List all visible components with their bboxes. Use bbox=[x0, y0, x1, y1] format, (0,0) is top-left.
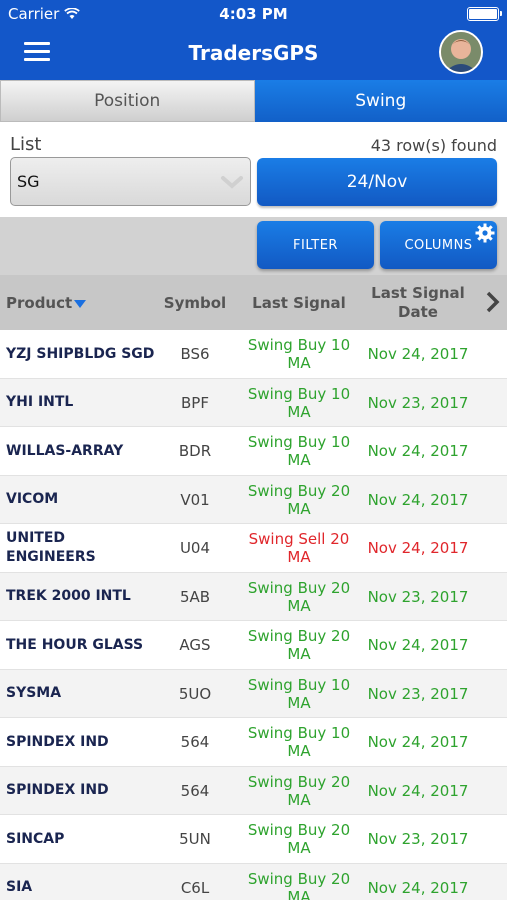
signal-cell: Swing Buy 10 MA bbox=[247, 336, 351, 372]
date-button[interactable]: 24/Nov bbox=[257, 158, 497, 206]
sort-desc-icon bbox=[74, 299, 87, 308]
date-cell: Nov 24, 2017 bbox=[367, 442, 469, 460]
chevron-right-icon[interactable] bbox=[485, 291, 501, 313]
app-title: TradersGPS bbox=[188, 41, 319, 65]
list-select-value: SG bbox=[17, 172, 40, 191]
date-cell: Nov 24, 2017 bbox=[367, 781, 469, 800]
table-row[interactable]: YHI INTL BPF Swing Buy 10 MA Nov 23, 2017 bbox=[0, 378, 507, 427]
symbol-cell: 5UO bbox=[178, 684, 212, 703]
product-cell: SINCAP bbox=[6, 830, 65, 847]
signal-cell: Swing Buy 20 MA bbox=[247, 821, 351, 857]
list-label: List bbox=[10, 134, 42, 155]
signal-cell: Swing Sell 20 MA bbox=[248, 530, 350, 566]
nav-bar: TradersGPS bbox=[0, 28, 507, 80]
app-header: Carrier 4:03 PM TradersGPS bbox=[0, 0, 507, 80]
signal-cell: Swing Buy 10 MA bbox=[247, 724, 351, 760]
product-cell: UNITED ENGINEERS bbox=[6, 530, 96, 565]
product-cell: YZJ SHIPBLDG SGD bbox=[6, 345, 155, 362]
signal-cell: Swing Buy 20 MA bbox=[247, 869, 351, 900]
table-row[interactable]: TREK 2000 INTL 5AB Swing Buy 20 MA Nov 23, … bbox=[0, 572, 507, 621]
columns-button-label: COLUMNS bbox=[404, 237, 473, 253]
column-header-last-signal-date[interactable]: Last Signal Date bbox=[363, 275, 473, 330]
table-row[interactable]: SYSMA 5UO Swing Buy 10 MA Nov 23, 2017 bbox=[0, 669, 507, 718]
tab-swing[interactable]: Swing bbox=[254, 80, 507, 122]
gear-icon bbox=[475, 223, 495, 243]
table-row[interactable]: YZJ SHIPBLDG SGD BS6 Swing Buy 10 MA Nov 24… bbox=[0, 330, 507, 379]
date-cell: Nov 24, 2017 bbox=[367, 636, 469, 654]
table-row[interactable]: THE HOUR GLASS AGS Swing Buy 20 MA Nov 24, … bbox=[0, 621, 507, 670]
product-cell: TREK 2000 INTL bbox=[6, 588, 131, 604]
date-cell: Nov 23, 2017 bbox=[367, 830, 469, 848]
column-header-product-label: Product bbox=[6, 293, 73, 312]
battery-icon bbox=[467, 7, 502, 21]
table-row[interactable]: SPINDEX IND 564 Swing Buy 20 MA Nov 24, 201… bbox=[0, 766, 507, 815]
date-cell: Nov 23, 2017 bbox=[367, 684, 469, 703]
table-row[interactable]: UNITED ENGINEERS U04 Swing Sell 20 MA Nov 2… bbox=[0, 524, 507, 573]
status-bar: Carrier 4:03 PM bbox=[0, 0, 507, 28]
product-cell: SYSMA bbox=[6, 685, 62, 701]
avatar[interactable] bbox=[439, 30, 483, 74]
symbol-cell: 564 bbox=[180, 733, 210, 751]
signal-cell: Swing Buy 20 MA bbox=[247, 481, 351, 518]
table-row[interactable]: VICOM V01 Swing Buy 20 MA Nov 24, 2017 bbox=[0, 475, 507, 524]
mode-tabs: Position Swing bbox=[0, 80, 507, 122]
table-body: YZJ SHIPBLDG SGD BS6 Swing Buy 10 MA Nov 24… bbox=[0, 330, 507, 900]
table-row[interactable]: WILLAS-ARRAY BDR Swing Buy 10 MA Nov 24, 20… bbox=[0, 427, 507, 476]
product-cell: SPINDEX IND bbox=[6, 733, 109, 750]
table-row[interactable]: SIA C6L Swing Buy 20 MA Nov 24, 2017 bbox=[0, 863, 507, 900]
date-cell: Nov 23, 2017 bbox=[367, 393, 469, 412]
date-cell: Nov 23, 2017 bbox=[367, 587, 469, 606]
signal-cell: Swing Buy 10 MA bbox=[247, 384, 351, 421]
table-row[interactable]: SINCAP 5UN Swing Buy 20 MA Nov 23, 2017 bbox=[0, 815, 507, 864]
columns-button[interactable]: COLUMNS bbox=[380, 221, 497, 269]
signal-cell: Swing Buy 10 MA bbox=[247, 433, 351, 469]
column-header-product[interactable]: Product bbox=[6, 275, 156, 330]
symbol-cell: 5UN bbox=[179, 830, 211, 848]
product-cell: THE HOUR GLASS bbox=[6, 636, 144, 653]
date-cell: Nov 24, 2017 bbox=[367, 490, 469, 509]
column-header-symbol[interactable]: Symbol bbox=[160, 275, 230, 330]
table-row[interactable]: SPINDEX IND 564 Swing Buy 10 MA Nov 24, 201… bbox=[0, 718, 507, 767]
list-panel: List 43 row(s) found SG 24/Nov bbox=[0, 122, 507, 217]
product-cell: YHI INTL bbox=[6, 394, 74, 410]
table-toolbar: FILTER COLUMNS bbox=[0, 217, 507, 275]
tab-position[interactable]: Position bbox=[0, 80, 255, 122]
product-cell: WILLAS-ARRAY bbox=[6, 442, 124, 459]
status-time: 4:03 PM bbox=[219, 5, 288, 23]
date-cell: Nov 24, 2017 bbox=[367, 733, 469, 751]
product-cell: VICOM bbox=[6, 491, 59, 507]
list-select[interactable]: SG bbox=[10, 157, 251, 206]
symbol-cell: BPF bbox=[181, 393, 209, 412]
symbol-cell: BS6 bbox=[180, 345, 210, 363]
column-header-last-signal[interactable]: Last Signal bbox=[240, 275, 358, 330]
signal-cell: Swing Buy 20 MA bbox=[247, 772, 351, 809]
product-cell: SIA bbox=[6, 879, 33, 895]
date-cell: Nov 24, 2017 bbox=[367, 878, 469, 897]
rows-found-count: 43 row(s) found bbox=[370, 136, 497, 155]
symbol-cell: BDR bbox=[178, 442, 212, 460]
symbol-cell: AGS bbox=[179, 636, 211, 654]
symbol-cell: C6L bbox=[180, 878, 210, 897]
signal-cell: Swing Buy 20 MA bbox=[247, 627, 351, 663]
signal-cell: Swing Buy 20 MA bbox=[247, 578, 351, 615]
symbol-cell: 564 bbox=[180, 781, 210, 800]
signal-cell: Swing Buy 10 MA bbox=[247, 675, 351, 712]
symbol-cell: U04 bbox=[179, 539, 211, 557]
date-cell: Nov 24, 2017 bbox=[367, 539, 469, 557]
product-cell: SPINDEX IND bbox=[6, 782, 109, 798]
date-cell: Nov 24, 2017 bbox=[367, 345, 469, 363]
symbol-cell: V01 bbox=[180, 490, 210, 509]
chevron-down-icon bbox=[221, 176, 243, 189]
table-header: Product Symbol Last Signal Last Signal D… bbox=[0, 275, 507, 330]
symbol-cell: 5AB bbox=[179, 587, 211, 606]
filter-button[interactable]: FILTER bbox=[257, 221, 374, 269]
